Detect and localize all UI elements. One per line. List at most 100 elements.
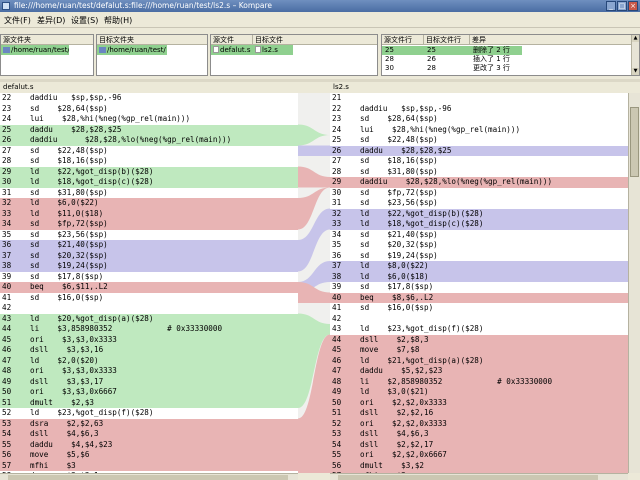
left-horizontal-scrollbar[interactable] [0, 473, 298, 480]
code-text: ld $11,0($18) [30, 208, 104, 218]
dest-folder-item[interactable]: /home/ruan/test/ [97, 45, 167, 55]
diff-src-line: 28 [385, 55, 394, 63]
diff-connector [298, 145, 330, 156]
line-number: 43 [2, 313, 12, 323]
close-button[interactable]: × [628, 1, 638, 11]
right-horizontal-scrollbar[interactable] [330, 473, 628, 480]
line-number: 46 [332, 355, 342, 365]
diff-row[interactable]: 25 25 删除了 2 行 [382, 46, 522, 55]
files-panel: 源文件 目标文件 defalut.s ls2.s [210, 34, 378, 76]
scroll-down-icon[interactable]: ▼ [632, 68, 639, 75]
menu-settings[interactable]: 设置(S) [71, 15, 98, 26]
code-text: mfhi $3 [30, 460, 76, 470]
code-text: ori $3,$3,0x3333 [30, 366, 117, 375]
code-text: ld $21,%got_disp(a)($28) [360, 355, 484, 365]
diff-dst-line-header: 目标文件行 [424, 35, 470, 45]
line-number: 27 [2, 145, 12, 155]
code-text: dsll $3,$3,17 [30, 376, 104, 386]
file-pair-row[interactable]: defalut.s ls2.s [211, 45, 293, 55]
code-line: 24 lui $28,%hi(%neg(%gp_rel(main))) [330, 124, 628, 135]
scrollbar-thumb[interactable] [630, 107, 639, 177]
code-line: 29 daddiu $28,$28,%lo(%neg(%gp_rel(main))… [330, 177, 628, 188]
line-number: 22 [2, 93, 12, 102]
scroll-up-icon[interactable]: ▲ [632, 35, 639, 42]
dest-folder-path: /home/ruan/test/ [107, 46, 166, 54]
line-number: 56 [2, 450, 12, 459]
code-line: 45 ori $3,$3,0x3333 [0, 334, 298, 345]
code-text: dsll $2,$2,16 [360, 408, 434, 417]
source-code-view[interactable]: 22 daddiu $sp,$sp,-96 23 sd $28,64($sp) 24 lu… [0, 93, 298, 473]
code-line: 52 ld $23,%got_disp(f)($28) [0, 408, 298, 419]
menu-difference[interactable]: 差异(D) [37, 15, 65, 26]
code-text: ori $2,$2,0x6667 [360, 450, 447, 459]
vertical-scrollbar[interactable] [628, 93, 640, 473]
code-text: sd $16,0($sp) [360, 303, 434, 312]
line-number: 55 [332, 450, 342, 459]
menu-file[interactable]: 文件(F) [4, 15, 31, 26]
diff-dst-line: 28 [427, 64, 436, 72]
scrollbar-thumb[interactable] [8, 475, 288, 480]
line-number: 24 [332, 124, 342, 134]
line-number: 47 [332, 366, 342, 375]
splitter-handle[interactable] [0, 79, 640, 82]
code-text: ori $2,$2,0x3333 [360, 397, 447, 407]
code-line: 43 ld $23,%got_disp(f)($28) [330, 324, 628, 335]
line-number: 39 [332, 282, 342, 291]
line-number: 57 [2, 460, 12, 470]
menu-help[interactable]: 帮助(H) [104, 15, 132, 26]
line-number: 31 [332, 198, 342, 207]
code-text: sd $16,0($sp) [30, 292, 104, 302]
line-number: 53 [332, 429, 342, 438]
line-number: 37 [332, 261, 342, 270]
diff-desc: 插入了 1 行 [473, 55, 510, 63]
code-text: daddu $5,$2,$23 [360, 366, 443, 375]
minimize-button[interactable]: _ [606, 1, 616, 11]
line-number: 41 [2, 292, 12, 302]
differences-scrollbar[interactable]: ▲ ▼ [631, 35, 639, 75]
source-folder-item[interactable]: /home/ruan/test/ [1, 45, 69, 55]
code-text: ld $3,0($21) [360, 387, 429, 396]
code-line: 53 dsll $4,$6,3 [330, 429, 628, 440]
code-text: sd $31,80($sp) [360, 166, 438, 176]
code-line: 47 daddu $5,$2,$23 [330, 366, 628, 377]
line-number: 38 [2, 261, 12, 270]
diff-row[interactable]: 30 28 更改了 3 行 [382, 64, 522, 73]
line-number: 29 [2, 166, 12, 176]
line-number: 34 [2, 219, 12, 228]
line-number: 54 [332, 439, 342, 449]
code-line: 38 sd $19,24($sp) [0, 261, 298, 272]
code-line: 42 [0, 303, 298, 314]
code-line: 27 sd $18,16($sp) [330, 156, 628, 167]
diff-dst-line: 25 [427, 46, 436, 54]
source-folder-panel: 源文件夹 /home/ruan/test/ [0, 34, 94, 76]
destination-code-view[interactable]: 21 22 daddiu $sp,$sp,-96 23 sd $28,64($sp) 24… [330, 93, 628, 473]
line-number: 37 [2, 250, 12, 260]
line-number: 21 [332, 93, 342, 102]
diff-desc: 删除了 2 行 [473, 46, 510, 54]
scrollbar-thumb[interactable] [338, 475, 598, 480]
code-text: daddu $28,$28,$25 [360, 145, 452, 155]
code-text: ld $2,0($20) [30, 355, 99, 365]
code-line: 30 sd $fp,72($sp) [330, 187, 628, 198]
title-bar: file:///home/ruan/test/defalut.s:file://… [0, 0, 640, 12]
code-text: sd $18,16($sp) [30, 156, 108, 165]
line-number: 45 [332, 345, 342, 354]
code-text: sd $31,80($sp) [30, 187, 108, 197]
code-line: 32 ld $22,%got_disp(b)($28) [330, 208, 628, 219]
code-text: lui $28,%hi(%neg(%gp_rel(main))) [30, 114, 191, 123]
diff-connector-strip [298, 93, 330, 473]
source-folder-header: 源文件夹 [1, 35, 93, 45]
file-source-name: defalut.s [220, 46, 251, 54]
code-text: dmult $3,$2 [360, 460, 425, 470]
code-line: 57 mfhi $3 [0, 460, 298, 471]
code-text: move $7,$8 [360, 345, 420, 354]
code-line: 29 ld $22,%got_disp(b)($28) [0, 166, 298, 177]
left-file-label: defalut.s [3, 83, 34, 91]
code-line: 48 ori $3,$3,0x3333 [0, 366, 298, 377]
line-number: 28 [332, 166, 342, 176]
line-number: 38 [332, 271, 342, 281]
diff-row[interactable]: 28 26 插入了 1 行 [382, 55, 522, 64]
line-number: 46 [2, 345, 12, 354]
code-line: 50 ori $2,$2,0x3333 [330, 397, 628, 408]
maximize-button[interactable]: □ [617, 1, 627, 11]
